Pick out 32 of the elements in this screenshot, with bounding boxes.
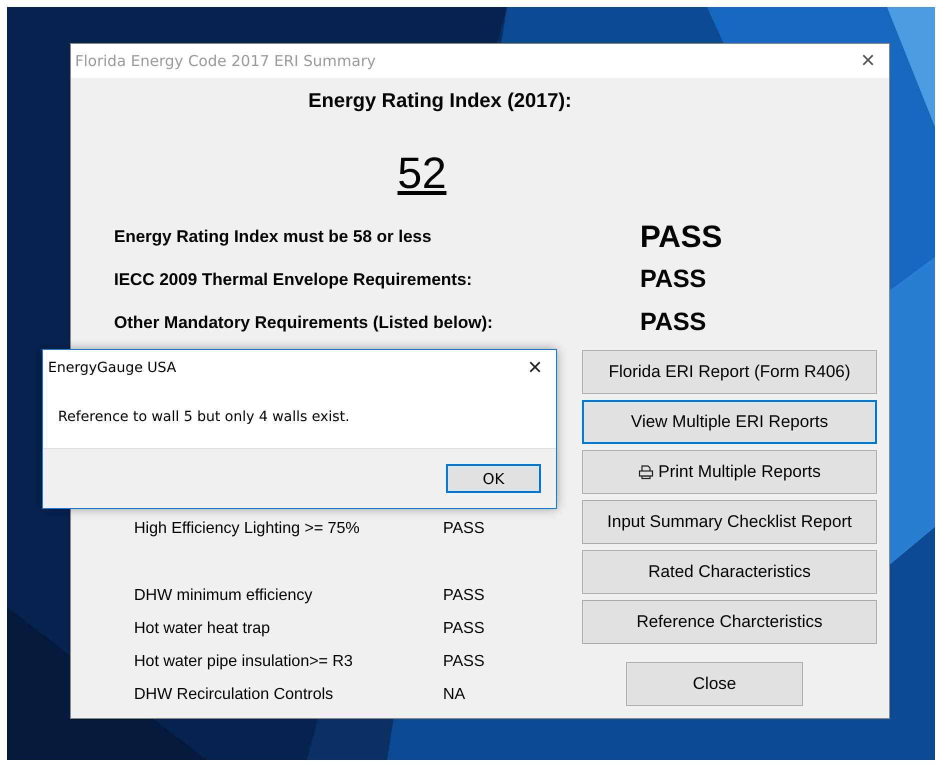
result-text: PASS (443, 586, 484, 604)
report-button[interactable]: Rated Characteristics (582, 550, 877, 594)
result-text: PASS (443, 620, 484, 638)
requirement-label: Other Mandatory Requirements (Listed below): (114, 312, 494, 332)
result-text: PASS (640, 265, 706, 294)
ok-button[interactable]: OK (446, 464, 541, 493)
result-text: PASS (640, 218, 722, 254)
heading: Energy Rating Index (2017): (307, 90, 573, 113)
report-button[interactable]: Input Summary Checklist Report (582, 500, 877, 544)
requirement-label: Energy Rating Index must be 58 or less (114, 226, 432, 246)
requirement-label: IECC 2009 Thermal Envelope Requirements: (114, 270, 474, 290)
report-button[interactable]: Reference Charcteristics (582, 600, 877, 644)
requirement-label: Hot water pipe insulation>= R3 (134, 652, 354, 670)
report-button[interactable]: Florida ERI Report (Form R406) (582, 350, 877, 394)
requirement-label: High Efficiency Lighting >= 75% (134, 520, 361, 538)
requirement-label: DHW Recirculation Controls (134, 686, 334, 704)
score: 52 (398, 149, 446, 199)
result-text: PASS (640, 308, 706, 337)
window-title: Florida Energy Code 2017 ERI Summary (75, 52, 376, 70)
close-icon[interactable]: × (860, 49, 875, 73)
result-text: PASS (443, 652, 484, 670)
close-button[interactable]: Close (626, 662, 803, 706)
result-text: PASS (443, 520, 484, 538)
requirement-label: Hot water heat trap (134, 620, 272, 638)
printer-icon (638, 464, 654, 480)
result-text: NA (443, 686, 466, 704)
requirement-label: DHW minimum efficiency (134, 586, 314, 604)
close-icon[interactable]: × (528, 356, 542, 380)
message-text: Reference to wall 5 but only 4 walls exist. (58, 409, 350, 425)
report-button[interactable]: View Multiple ERI Reports (582, 400, 877, 444)
report-button[interactable]: Print Multiple Reports (582, 450, 877, 494)
dialog-title: EnergyGauge USA (48, 360, 176, 376)
